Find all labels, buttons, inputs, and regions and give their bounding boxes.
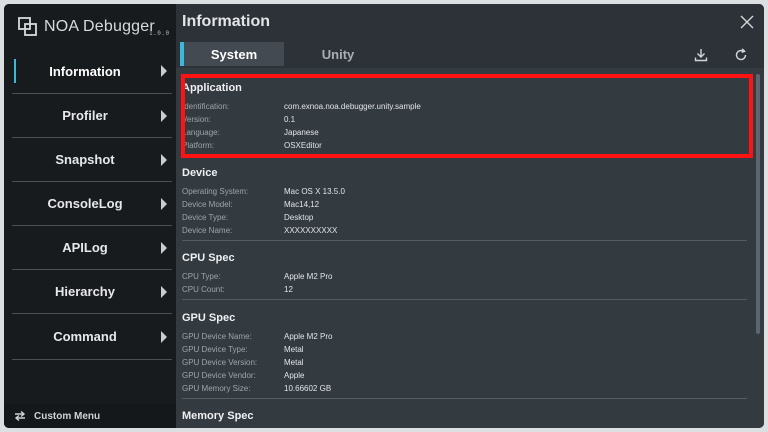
sidebar: NOA Debugger 1.0.0 Information Profiler … bbox=[4, 4, 176, 428]
custom-menu-label: Custom Menu bbox=[34, 410, 101, 422]
noa-logo-icon bbox=[18, 17, 37, 36]
info-value: Metal bbox=[284, 358, 304, 367]
tab-system[interactable]: System bbox=[180, 42, 284, 66]
chevron-right-icon bbox=[161, 197, 167, 210]
info-row: CPU Type: Apple M2 Pro bbox=[182, 270, 747, 283]
chevron-right-icon bbox=[161, 65, 167, 77]
sidebar-item-label: Profiler bbox=[62, 108, 108, 123]
sidebar-item-apilog[interactable]: APILog bbox=[12, 226, 172, 270]
section-divider bbox=[182, 299, 747, 300]
chevron-right-icon bbox=[161, 109, 167, 122]
tab-bar: System Unity bbox=[176, 40, 764, 68]
info-key: CPU Count: bbox=[182, 285, 225, 294]
info-row: GPU Device Type: Metal bbox=[182, 343, 747, 356]
sidebar-item-label: Command bbox=[53, 329, 117, 344]
info-row: GPU Device Name: Apple M2 Pro bbox=[182, 330, 747, 343]
sidebar-item-snapshot[interactable]: Snapshot bbox=[12, 138, 172, 182]
sidebar-nav: Information Profiler Snapshot ConsoleLog… bbox=[12, 49, 172, 360]
info-value: Metal bbox=[284, 345, 304, 354]
info-value: Apple M2 Pro bbox=[284, 272, 333, 281]
info-value: 12 bbox=[284, 285, 293, 294]
info-key: Device Model: bbox=[182, 200, 233, 209]
tab-unity[interactable]: Unity bbox=[286, 42, 390, 66]
chevron-right-icon bbox=[161, 241, 167, 254]
section-memory: Memory Spec bbox=[182, 410, 747, 422]
section-device: Device Operating System: Mac OS X 13.5.0 … bbox=[182, 167, 747, 237]
brand: NOA Debugger 1.0.0 bbox=[17, 16, 172, 40]
title-bar: Information bbox=[176, 4, 764, 40]
info-key: GPU Device Version: bbox=[182, 358, 258, 367]
section-gpu: GPU Spec GPU Device Name: Apple M2 Pro GP… bbox=[182, 312, 747, 395]
section-title: GPU Spec bbox=[182, 312, 236, 324]
main-panel: Information System Unity Application Ide… bbox=[176, 4, 764, 428]
info-row: GPU Device Vendor: Apple bbox=[182, 369, 747, 382]
chevron-right-icon bbox=[161, 153, 167, 166]
refresh-icon[interactable] bbox=[734, 48, 748, 62]
info-row: GPU Device Version: Metal bbox=[182, 356, 747, 369]
info-value: Apple M2 Pro bbox=[284, 332, 333, 341]
info-key: CPU Type: bbox=[182, 272, 221, 281]
sidebar-item-label: Snapshot bbox=[55, 152, 115, 167]
info-key: Device Name: bbox=[182, 226, 233, 235]
info-key: Operating System: bbox=[182, 187, 249, 196]
info-value: 10.66602 GB bbox=[284, 384, 332, 393]
sidebar-item-command[interactable]: Command bbox=[12, 314, 172, 360]
info-key: Device Type: bbox=[182, 213, 229, 222]
sidebar-item-label: ConsoleLog bbox=[47, 196, 123, 211]
section-title: Device bbox=[182, 167, 218, 179]
scrollbar[interactable] bbox=[756, 74, 760, 334]
info-row: Device Type: Desktop bbox=[182, 211, 747, 224]
custom-menu-button[interactable]: Custom Menu bbox=[4, 404, 176, 428]
download-icon[interactable] bbox=[694, 48, 708, 62]
sidebar-item-consolelog[interactable]: ConsoleLog bbox=[12, 182, 172, 226]
sidebar-item-hierarchy[interactable]: Hierarchy bbox=[12, 270, 172, 314]
debugger-window: NOA Debugger 1.0.0 Information Profiler … bbox=[4, 4, 764, 428]
close-icon[interactable] bbox=[740, 15, 754, 29]
info-value: Mac OS X 13.5.0 bbox=[284, 187, 345, 196]
sidebar-item-profiler[interactable]: Profiler bbox=[12, 94, 172, 138]
info-row: CPU Count: 12 bbox=[182, 283, 747, 296]
sidebar-item-label: Hierarchy bbox=[55, 284, 115, 299]
page-title: Information bbox=[182, 13, 270, 30]
chevron-right-icon bbox=[161, 285, 167, 298]
info-key: GPU Device Vendor: bbox=[182, 371, 256, 380]
info-key: GPU Device Type: bbox=[182, 345, 248, 354]
info-row: Operating System: Mac OS X 13.5.0 bbox=[182, 185, 747, 198]
chevron-right-icon bbox=[161, 330, 167, 343]
info-key: GPU Memory Size: bbox=[182, 384, 251, 393]
info-value: XXXXXXXXXX bbox=[284, 226, 338, 235]
sidebar-item-label: Information bbox=[49, 63, 121, 79]
highlight-box bbox=[181, 74, 753, 158]
section-divider bbox=[182, 240, 747, 241]
info-value: Apple bbox=[284, 371, 305, 380]
brand-name: NOA Debugger bbox=[44, 18, 155, 35]
section-title: Memory Spec bbox=[182, 410, 254, 422]
info-value: Mac14,12 bbox=[284, 200, 320, 209]
information-content[interactable]: Application Identification: com.exnoa.noa… bbox=[176, 68, 764, 428]
section-title: CPU Spec bbox=[182, 252, 235, 264]
section-cpu: CPU Spec CPU Type: Apple M2 Pro CPU Count… bbox=[182, 252, 747, 296]
info-key: GPU Device Name: bbox=[182, 332, 252, 341]
sidebar-item-information[interactable]: Information bbox=[12, 49, 172, 94]
info-row: Device Name: XXXXXXXXXX bbox=[182, 224, 747, 237]
info-row: GPU Memory Size: 10.66602 GB bbox=[182, 382, 747, 395]
sidebar-item-label: APILog bbox=[62, 240, 108, 255]
swap-arrows-icon bbox=[14, 411, 26, 421]
info-value: Desktop bbox=[284, 213, 314, 222]
brand-version: 1.0.0 bbox=[149, 30, 170, 37]
section-divider bbox=[182, 398, 747, 399]
info-row: Device Model: Mac14,12 bbox=[182, 198, 747, 211]
